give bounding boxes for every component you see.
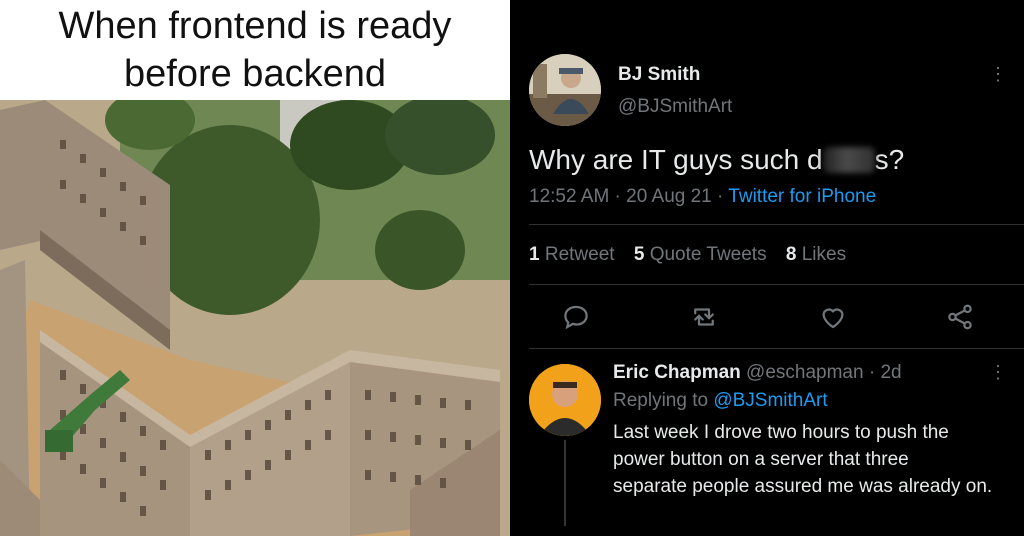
thread-line [564,440,566,526]
share-icon[interactable] [945,302,975,332]
author-avatar[interactable] [529,54,601,126]
meme-caption-line-1: When frontend is ready [58,5,452,47]
reply-text-line: power button on a server that three [613,449,909,470]
retweets-label: Retweet [544,244,615,265]
tweet-text: Why are IT guys such d s? [529,144,904,176]
reply-icon[interactable] [561,302,591,332]
reply-author-avatar-image [529,364,601,436]
tweet-source-link[interactable]: Twitter for iPhone [728,186,876,207]
divider [529,348,1024,349]
meme-caption: When frontend is ready before backend [0,2,510,98]
tweet-metadata: 12:52 AM · 20 Aug 21 · Twitter for iPhon… [529,186,876,208]
author-avatar-image [529,54,601,126]
divider [529,284,1024,285]
quotes-label: Quote Tweets [649,244,767,265]
like-icon[interactable] [818,302,848,332]
unfinished-building-photo [0,100,510,536]
likes-stat[interactable]: 8 Likes [786,244,846,265]
tweet-text-start: Why are IT guys such d [529,144,823,175]
tweet-stats: 1 Retweet 5 Quote Tweets 8 Likes [529,244,860,266]
replying-to-handle[interactable]: @BJSmithArt [713,390,827,411]
reply-time[interactable]: · 2d [864,362,902,383]
reply-author-handle[interactable]: @eschapman [746,362,864,383]
tweet-text-end: s? [874,144,905,175]
retweet-icon[interactable] [689,302,719,332]
reply-header: Eric Chapman @eschapman · 2d [613,362,902,384]
meme-panel: When frontend is ready before backend [0,0,510,536]
reply-text: Last week I drove two hours to push the … [613,419,1013,500]
likes-count: 8 [785,244,797,265]
author-name[interactable]: BJ Smith [618,64,700,86]
retweets-stat[interactable]: 1 Retweet [529,244,615,265]
meme-caption-line-2: before backend [124,53,386,95]
author-handle[interactable]: @BJSmithArt [618,96,732,118]
retweets-count: 1 [529,244,540,265]
tweet-timestamp[interactable]: 12:52 AM · 20 Aug 21 · [529,186,728,207]
replying-to: Replying to @BJSmithArt [613,390,828,412]
more-icon[interactable]: ⋮ [988,64,1008,84]
tweet-panel: BJ Smith @BJSmithArt ⋮ Why are IT guys s… [513,0,1024,536]
quotes-stat[interactable]: 5 Quote Tweets [634,244,767,265]
censor-blur [822,147,875,173]
reply-text-line: Last week I drove two hours to push the [613,422,949,443]
reply-text-line: separate people assured me was already o… [613,476,993,497]
likes-label: Likes [801,244,847,265]
quotes-count: 5 [633,244,645,265]
divider [529,224,1024,225]
reply-author-avatar[interactable] [529,364,601,436]
more-icon[interactable]: ⋮ [988,362,1008,382]
replying-label: Replying to [613,390,714,411]
reply-author-name[interactable]: Eric Chapman [613,362,741,383]
